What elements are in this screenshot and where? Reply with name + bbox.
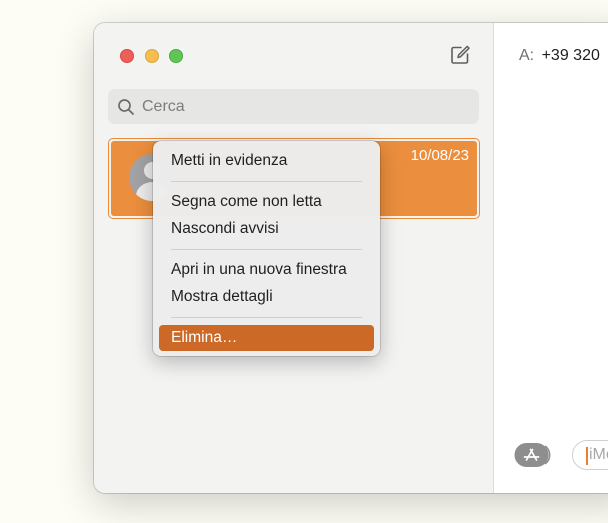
menu-item-open-new-window[interactable]: Apri in una nuova finestra xyxy=(159,257,374,283)
menu-separator xyxy=(171,181,362,182)
app-store-button[interactable] xyxy=(514,442,552,468)
text-caret xyxy=(586,447,588,465)
menu-item-delete[interactable]: Elimina… xyxy=(159,325,374,351)
conversation-detail: A: +39 320 xyxy=(494,23,608,493)
compose-button[interactable] xyxy=(449,44,471,66)
menu-item-show-details[interactable]: Mostra dettagli xyxy=(159,284,374,310)
maximize-window-button[interactable] xyxy=(169,49,183,63)
menu-item-mark-unread[interactable]: Segna come non letta xyxy=(159,189,374,215)
recipient-label: A: xyxy=(519,47,535,64)
search-input[interactable] xyxy=(142,89,462,124)
app-store-icon xyxy=(514,443,551,467)
menu-separator xyxy=(171,317,362,318)
conversation-date: 10/08/23 xyxy=(410,147,469,164)
search-icon xyxy=(118,99,134,115)
recipient-value[interactable]: +39 320 xyxy=(542,47,600,64)
menu-item-pin[interactable]: Metti in evidenza xyxy=(159,148,374,174)
search-field[interactable] xyxy=(108,89,479,124)
message-field[interactable] xyxy=(572,440,608,470)
menu-separator xyxy=(171,249,362,250)
message-input[interactable] xyxy=(589,441,608,469)
close-window-button[interactable] xyxy=(120,49,134,63)
menu-item-hide-alerts[interactable]: Nascondi avvisi xyxy=(159,216,374,242)
minimize-window-button[interactable] xyxy=(145,49,159,63)
compose-icon xyxy=(451,45,470,64)
recipient-line: A: +39 320 xyxy=(519,47,600,65)
context-menu: Metti in evidenza Segna come non letta N… xyxy=(153,141,380,356)
